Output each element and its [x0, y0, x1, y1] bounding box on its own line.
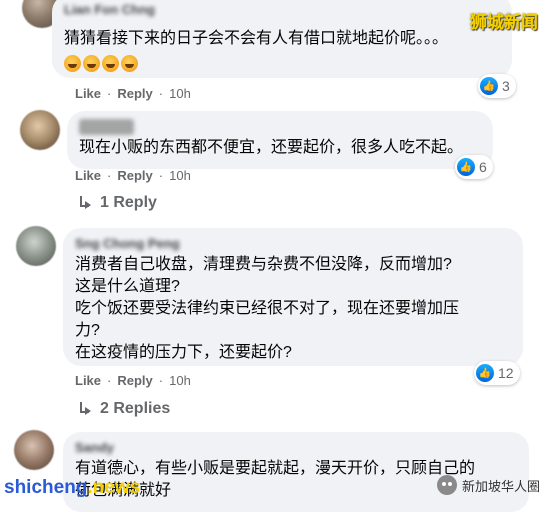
thumbs-up-icon: 👍	[457, 158, 475, 176]
view-replies-link[interactable]: 1 Reply	[78, 194, 157, 212]
commenter-name[interactable]: Sng Chong Peng	[75, 236, 511, 252]
reply-button[interactable]: Reply	[117, 373, 152, 388]
reply-arrow-icon	[78, 402, 92, 416]
wechat-icon	[436, 475, 457, 495]
comment-bubble: 现在小贩的东西都不便宜，还要起价，很多人吃不起。	[67, 111, 493, 169]
timestamp[interactable]: 10h	[169, 168, 191, 183]
laughing-emoji-icon	[102, 55, 119, 73]
replies-label: 2 Replies	[100, 400, 171, 417]
reaction-number: 3	[502, 78, 510, 94]
wechat-account-name: 新加坡华人圈	[461, 478, 540, 494]
comment-bubble: Sng Chong Peng 消费者自己收盘，清理费与杂费不但没降，反而增加? …	[63, 228, 523, 366]
laughing-emoji-icon	[64, 55, 81, 73]
commenter-name[interactable]: Sandy	[75, 440, 517, 456]
laughing-emoji-icon	[83, 55, 100, 73]
comment-actions: Like · Reply · 10h	[75, 168, 191, 183]
like-button[interactable]: Like	[75, 168, 101, 183]
comment-actions: Like · Reply · 10h	[75, 86, 191, 101]
commenter-name[interactable]	[79, 119, 134, 135]
thumbs-up-icon: 👍	[476, 364, 494, 382]
reply-arrow-icon	[78, 196, 92, 210]
like-button[interactable]: Like	[75, 86, 101, 101]
comment-text: 消费者自己收盘，清理费与杂费不但没降，反而增加? 这是什么道理? 吃个饭还要受法…	[75, 256, 460, 361]
comment-bubble: Sandy 有道德心，有些小贩是要起就起，漫天开价，只顾自己的 荷包满满就好	[63, 432, 529, 512]
avatar[interactable]	[16, 226, 56, 266]
wechat-watermark: 新加坡华人圈	[436, 475, 540, 495]
commenter-name[interactable]: Lian Fon Chng	[64, 2, 500, 18]
watermark-bottom: shicheng.news	[4, 477, 140, 499]
thumbs-up-icon: 👍	[480, 77, 498, 95]
view-replies-link[interactable]: 2 Replies	[78, 400, 170, 418]
comment-actions: Like · Reply · 10h	[75, 373, 191, 388]
reaction-count[interactable]: 👍 6	[455, 155, 493, 179]
reaction-number: 6	[479, 159, 487, 175]
reaction-count[interactable]: 👍 12	[474, 361, 520, 385]
emoji-row	[64, 52, 500, 74]
replies-label: 1 Reply	[100, 194, 157, 211]
reaction-number: 12	[498, 365, 514, 381]
timestamp[interactable]: 10h	[169, 373, 191, 388]
comment-bubble: Lian Fon Chng 猜猜看接下来的日子会不会有人有借口就地起价呢。。。	[52, 0, 512, 78]
avatar[interactable]	[14, 430, 54, 470]
reaction-count[interactable]: 👍 3	[478, 74, 516, 98]
like-button[interactable]: Like	[75, 373, 101, 388]
watermark-prefix: shicheng	[4, 477, 88, 498]
reply-button[interactable]: Reply	[117, 86, 152, 101]
comment-text: 现在小贩的东西都不便宜，还要起价，很多人吃不起。	[79, 139, 464, 156]
comment-text: 猜猜看接下来的日子会不会有人有借口就地起价呢。。。	[64, 30, 449, 47]
watermark-top: 狮城新闻	[470, 13, 538, 33]
laughing-emoji-icon	[121, 55, 138, 73]
reply-button[interactable]: Reply	[117, 168, 152, 183]
avatar[interactable]	[20, 110, 60, 150]
watermark-suffix: .news	[87, 477, 141, 498]
timestamp[interactable]: 10h	[169, 86, 191, 101]
